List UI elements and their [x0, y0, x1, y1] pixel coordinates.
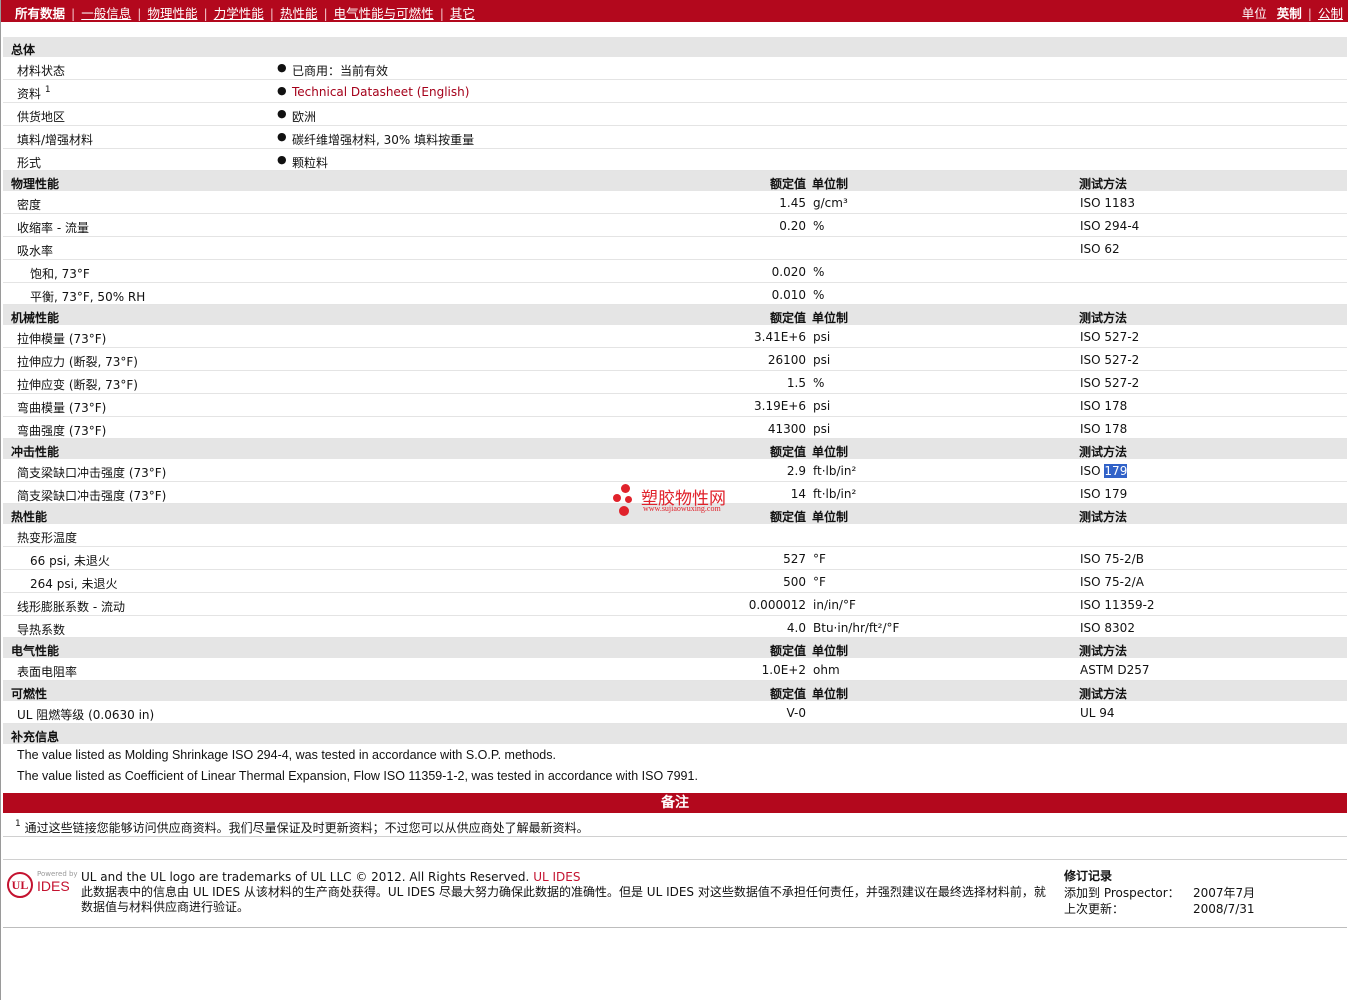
ul-ides-logo: UL Powered by IDES: [7, 870, 78, 900]
section-supplement: 补充信息: [3, 724, 1347, 744]
section-general: 总体: [3, 37, 1347, 57]
divider: [3, 836, 1347, 837]
section-physical: 物理性能 额定值 单位制 测试方法: [3, 171, 1347, 191]
remarks-header: 备注: [3, 793, 1347, 813]
table-row: 热变形温度: [3, 524, 1347, 547]
table-row: 表面电阻率 1.0E+2 ohm ASTM D257: [3, 658, 1347, 681]
section-mechanical: 机械性能 额定值 单位制 测试方法: [3, 305, 1347, 325]
table-row: 拉伸应变 (断裂, 73°F) 1.5% ISO 527-2: [3, 371, 1347, 394]
section-impact: 冲击性能 额定值 单位制 测试方法: [3, 439, 1347, 459]
table-row: 拉伸模量 (73°F) 3.41E+6 psi ISO 527-2: [3, 325, 1347, 348]
units-metric-link[interactable]: 公制: [1318, 6, 1343, 21]
units-english[interactable]: 英制: [1277, 6, 1302, 21]
table-row: 导热系数 4.0 Btu·in/hr/ft²/°F ISO 8302: [3, 616, 1347, 638]
footer-text: UL and the UL logo are trademarks of UL …: [81, 870, 1046, 914]
divider: [3, 859, 1347, 860]
ul-logo-icon: UL: [7, 872, 33, 898]
table-row: 简支梁缺口冲击强度 (73°F) 2.9 ft·lb/in² ISO 179: [3, 459, 1347, 482]
table-row: 弯曲模量 (73°F) 3.19E+6 psi ISO 178: [3, 394, 1347, 417]
table-row: 供货地区 ● 欧洲: [3, 103, 1347, 126]
table-row: 资料 1 ● Technical Datasheet (English): [3, 80, 1347, 103]
section-electrical: 电气性能 额定值 单位制 测试方法: [3, 638, 1347, 658]
ul-ides-link[interactable]: UL IDES: [533, 870, 580, 884]
nav-all-data[interactable]: 所有数据: [15, 6, 65, 21]
table-row: 吸水率 ISO 62: [3, 237, 1347, 260]
nav-thermal[interactable]: 热性能: [280, 6, 318, 21]
datasheet-link[interactable]: Technical Datasheet (English): [292, 85, 469, 99]
nav-mechanical[interactable]: 力学性能: [214, 6, 264, 21]
page-frame: 所有数据 | 一般信息 | 物理性能 | 力学性能 | 热性能 | 电气性能与可燃性 | 其它 单位 英…: [0, 0, 1348, 1000]
section-flammability: 可燃性 额定值 单位制 测试方法: [3, 681, 1347, 701]
selected-text[interactable]: 179: [1104, 464, 1128, 478]
remarks-footnote: 1 通过这些链接您能够访问供应商资料。我们尽量保证及时更新资料；不过您可以从供应…: [15, 819, 589, 835]
top-nav: 所有数据 | 一般信息 | 物理性能 | 力学性能 | 热性能 | 电气性能与可燃性 | 其它 单位 英…: [1, 0, 1348, 22]
table-row: UL 阻燃等级 (0.0630 in) V-0 UL 94: [3, 701, 1347, 724]
supplement-note: The value listed as Coefficient of Linea…: [17, 769, 698, 783]
revision-history: 修订记录 添加到 Prospector： 2007年7月 上次更新： 2008/7/…: [1064, 869, 1256, 916]
table-row: 264 psi, 未退火 500 °F ISO 75-2/A: [3, 570, 1347, 593]
table-row: 饱和, 73°F 0.020%: [3, 260, 1347, 283]
table-row: 线形膨胀系数 - 流动 0.000012 in/in/°F ISO 11359-2: [3, 593, 1347, 616]
table-row: 收缩率 - 流量 0.20% ISO 294-4: [3, 214, 1347, 237]
table-row: 拉伸应力 (断裂, 73°F) 26100 psi ISO 527-2: [3, 348, 1347, 371]
watermark-logo: 塑胶物性网 www.sujiaowuxing.com: [611, 482, 751, 518]
datasheet-table: 总体 材料状态 ● 已商用：当前有效 资料 1 ● Technical Datashee…: [3, 37, 1347, 786]
table-row: 密度 1.45 g/cm³ ISO 1183: [3, 191, 1347, 214]
nav-other[interactable]: 其它: [450, 6, 475, 21]
table-row: 材料状态 ● 已商用：当前有效: [3, 57, 1347, 80]
nav-electrical-flammability[interactable]: 电气性能与可燃性: [334, 6, 434, 21]
supplement-note: The value listed as Molding Shrinkage IS…: [17, 748, 556, 762]
nav-general-info[interactable]: 一般信息: [81, 6, 131, 21]
table-row: 填料/增强材料 ● 碳纤维增强材料, 30% 填料按重量: [3, 126, 1347, 149]
table-row: 弯曲强度 (73°F) 41300 psi ISO 178: [3, 417, 1347, 439]
table-row: 形式 ● 颗粒料: [3, 149, 1347, 171]
table-row: 平衡, 73°F, 50% RH 0.010%: [3, 283, 1347, 305]
divider: [3, 927, 1347, 928]
table-row: 66 psi, 未退火 527 °F ISO 75-2/B: [3, 547, 1347, 570]
nav-physical[interactable]: 物理性能: [147, 6, 197, 21]
units-label: 单位: [1241, 6, 1267, 21]
